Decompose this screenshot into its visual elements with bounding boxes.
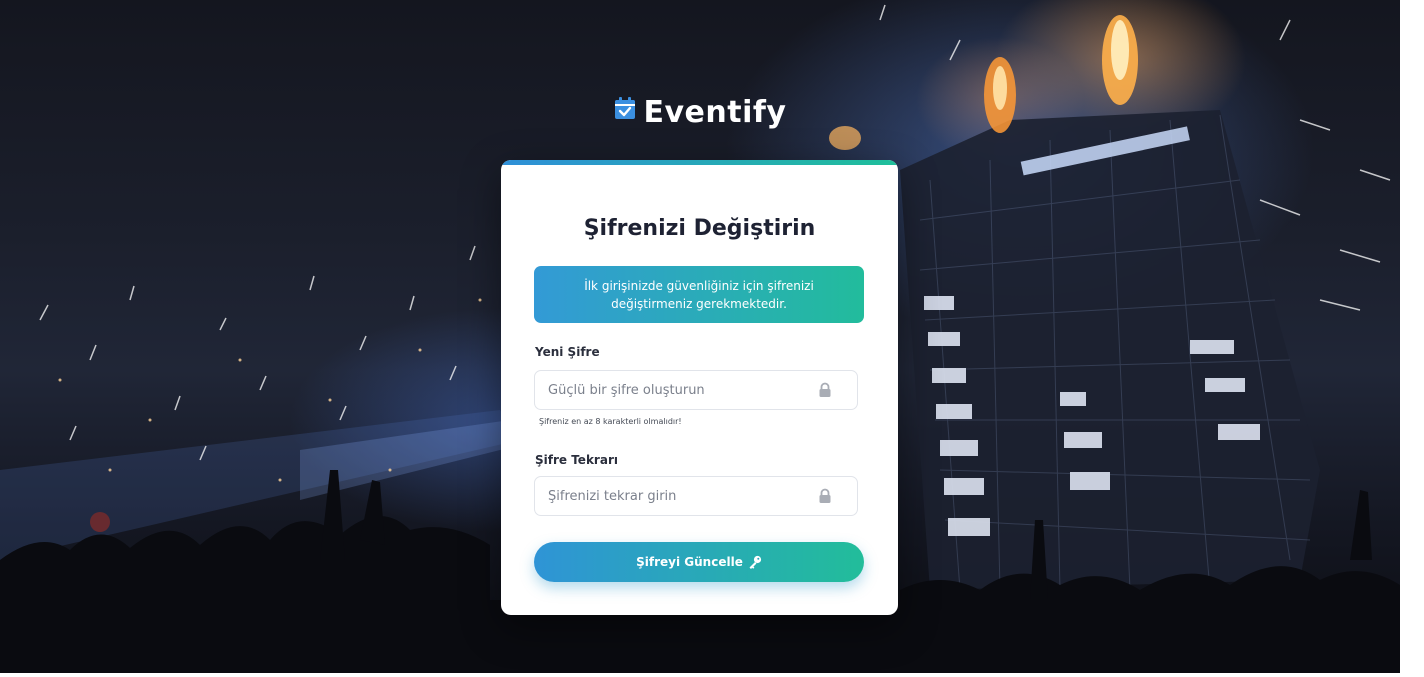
info-alert: İlk girişinizde güvenliğiniz için şifren… bbox=[534, 266, 864, 323]
update-password-button[interactable]: Şifreyi Güncelle bbox=[534, 542, 864, 582]
brand-header: Eventify bbox=[0, 88, 1400, 139]
lock-icon bbox=[818, 488, 832, 504]
info-alert-text: İlk girişinizde güvenliğiniz için şifren… bbox=[584, 278, 814, 311]
confirm-password-field bbox=[534, 476, 858, 516]
confirm-password-input[interactable] bbox=[535, 477, 818, 515]
update-password-button-label: Şifreyi Güncelle bbox=[636, 555, 743, 569]
new-password-label: Yeni Şifre bbox=[535, 345, 600, 359]
change-password-card: Şifrenizi Değiştirin İlk girişinizde güv… bbox=[501, 160, 898, 615]
confirm-password-label: Şifre Tekrarı bbox=[535, 453, 618, 467]
new-password-input[interactable] bbox=[535, 371, 818, 409]
card-accent-bar bbox=[501, 160, 898, 165]
key-icon bbox=[748, 555, 762, 569]
password-hint: Şifreniz en az 8 karakterli olmalıdır! bbox=[539, 417, 682, 426]
lock-icon bbox=[818, 382, 832, 398]
brand-name: Eventify bbox=[643, 95, 787, 130]
change-password-page: Eventify Şifrenizi Değiştirin İlk girişi… bbox=[0, 0, 1424, 677]
new-password-field bbox=[534, 370, 858, 410]
calendar-check-icon bbox=[614, 86, 636, 136]
page-title: Şifrenizi Değiştirin bbox=[583, 216, 816, 241]
